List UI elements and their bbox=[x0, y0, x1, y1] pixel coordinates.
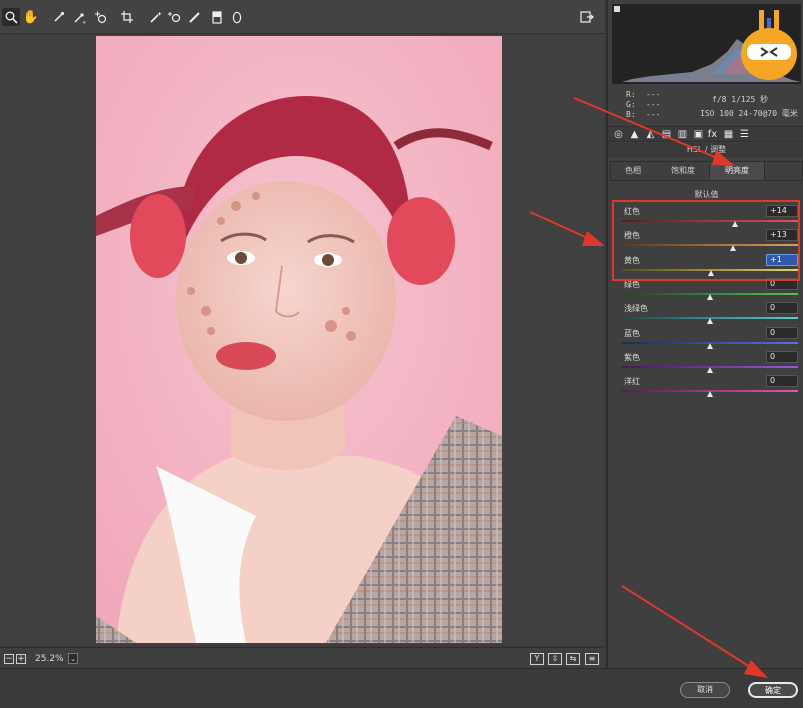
slider-value-field[interactable]: 0 bbox=[766, 302, 798, 315]
view-before-after-button[interactable]: Y bbox=[530, 653, 544, 665]
slider-thumb[interactable] bbox=[707, 366, 713, 373]
b-label: B: bbox=[626, 110, 636, 119]
b-value: --- bbox=[646, 110, 661, 119]
cancel-button[interactable]: 取消 bbox=[680, 682, 730, 698]
tab-luminance[interactable]: 明亮度 bbox=[709, 162, 765, 180]
exif-aperture-shutter: f/8 1/125 秒 bbox=[712, 95, 769, 104]
slider-value-field[interactable]: 0 bbox=[766, 375, 798, 388]
tone-curve-icon[interactable]: ▲ bbox=[628, 128, 641, 141]
slider-thumb[interactable] bbox=[707, 293, 713, 300]
copy-settings-button[interactable]: ⇆ bbox=[566, 653, 580, 665]
zoom-icon[interactable] bbox=[2, 8, 20, 26]
detail-icon[interactable]: ◭ bbox=[644, 128, 657, 141]
lens-icon[interactable]: ▣ bbox=[692, 128, 705, 141]
slider-label: 浅绿色 bbox=[624, 304, 648, 314]
defaults-link[interactable]: 默认值 bbox=[608, 189, 803, 200]
toolbar: ✋ + ✦ bbox=[0, 0, 604, 34]
swap-settings-button[interactable]: ⇳ bbox=[548, 653, 562, 665]
zoom-level: 25.2% bbox=[35, 654, 64, 664]
slider-label: 洋红 bbox=[624, 377, 640, 387]
panel-tab-icons: ◎ ▲ ◭ ▤ ▥ ▣ fx ▦ ☰ bbox=[608, 126, 803, 142]
g-value: --- bbox=[646, 100, 661, 109]
radial-filter-icon[interactable] bbox=[228, 8, 246, 26]
svg-text:+: + bbox=[82, 20, 86, 24]
hsl-icon[interactable]: ▤ bbox=[660, 128, 673, 141]
hsl-subtabs: 色相 饱和度 明亮度 bbox=[610, 161, 803, 181]
slider-thumb[interactable] bbox=[707, 318, 713, 325]
r-label: R: bbox=[626, 90, 636, 99]
spot-removal-icon[interactable]: ✦ bbox=[146, 8, 164, 26]
tab-saturation[interactable]: 饱和度 bbox=[657, 162, 709, 180]
split-toning-icon[interactable]: ▥ bbox=[676, 128, 689, 141]
slider-thumb[interactable] bbox=[707, 342, 713, 349]
exif-iso-lens: ISO 100 24-70@70 毫米 bbox=[700, 109, 798, 118]
slider-label: 紫色 bbox=[624, 352, 640, 362]
slider-row: 紫色 0 bbox=[622, 350, 798, 375]
slider-row: 浅绿色 0 bbox=[622, 302, 798, 326]
basic-panel-icon[interactable]: ◎ bbox=[612, 128, 625, 141]
histogram bbox=[612, 4, 801, 84]
adjustment-brush-icon[interactable] bbox=[186, 8, 204, 26]
canvas-status-bar: − + 25.2% ⌄ Y ⇳ ⇆ ≡ bbox=[0, 647, 604, 669]
portrait-photo bbox=[96, 36, 502, 643]
slider-row: 洋红 0 bbox=[622, 375, 798, 399]
target-adjust-icon[interactable] bbox=[92, 8, 110, 26]
annotation-highlight-box bbox=[612, 200, 800, 281]
zoom-in-button[interactable]: + bbox=[16, 654, 26, 664]
slider-thumb[interactable] bbox=[707, 391, 713, 398]
slider-value-field[interactable]: 0 bbox=[766, 326, 798, 339]
crop-icon[interactable] bbox=[118, 8, 136, 26]
svg-text:✦: ✦ bbox=[157, 11, 162, 18]
slider-row: 绿色 0 bbox=[622, 277, 798, 302]
tab-hue[interactable]: 色相 bbox=[611, 162, 655, 180]
camera-calibration-icon[interactable]: ▦ bbox=[722, 128, 735, 141]
camera-info: R: --- G: --- B: --- f/8 1/125 秒 ISO 100… bbox=[612, 86, 801, 122]
slider-label: 蓝色 bbox=[624, 328, 640, 338]
image-canvas[interactable] bbox=[0, 34, 604, 645]
red-eye-icon[interactable] bbox=[166, 8, 184, 26]
dialog-footer: 取消 确定 bbox=[0, 668, 803, 708]
white-balance-icon[interactable] bbox=[50, 8, 68, 26]
effects-icon[interactable]: fx bbox=[706, 128, 719, 141]
presets-icon[interactable]: ☰ bbox=[738, 128, 751, 141]
camera-raw-window: ✋ + ✦ − + 25.2% ⌄ Y ⇳ ⇆ ≡ R: --- G: --- … bbox=[0, 0, 803, 708]
color-sampler-icon[interactable]: + bbox=[70, 8, 88, 26]
open-full-icon[interactable] bbox=[578, 8, 596, 26]
zoom-dropdown[interactable]: ⌄ bbox=[68, 653, 78, 664]
g-label: G: bbox=[626, 100, 636, 109]
slider-row: 蓝色 0 bbox=[622, 326, 798, 351]
graduated-filter-icon[interactable] bbox=[208, 8, 226, 26]
slider-value-field[interactable]: 0 bbox=[766, 350, 798, 363]
adjustment-panel: R: --- G: --- B: --- f/8 1/125 秒 ISO 100… bbox=[606, 0, 803, 668]
zoom-out-button[interactable]: − bbox=[4, 654, 14, 664]
preview-settings-button[interactable]: ≡ bbox=[585, 653, 599, 665]
r-value: --- bbox=[646, 90, 661, 99]
mascot-logo bbox=[739, 4, 799, 84]
hand-icon[interactable]: ✋ bbox=[22, 8, 40, 26]
panel-title: HSL / 调整 bbox=[608, 143, 803, 157]
ok-button[interactable]: 确定 bbox=[748, 682, 798, 698]
